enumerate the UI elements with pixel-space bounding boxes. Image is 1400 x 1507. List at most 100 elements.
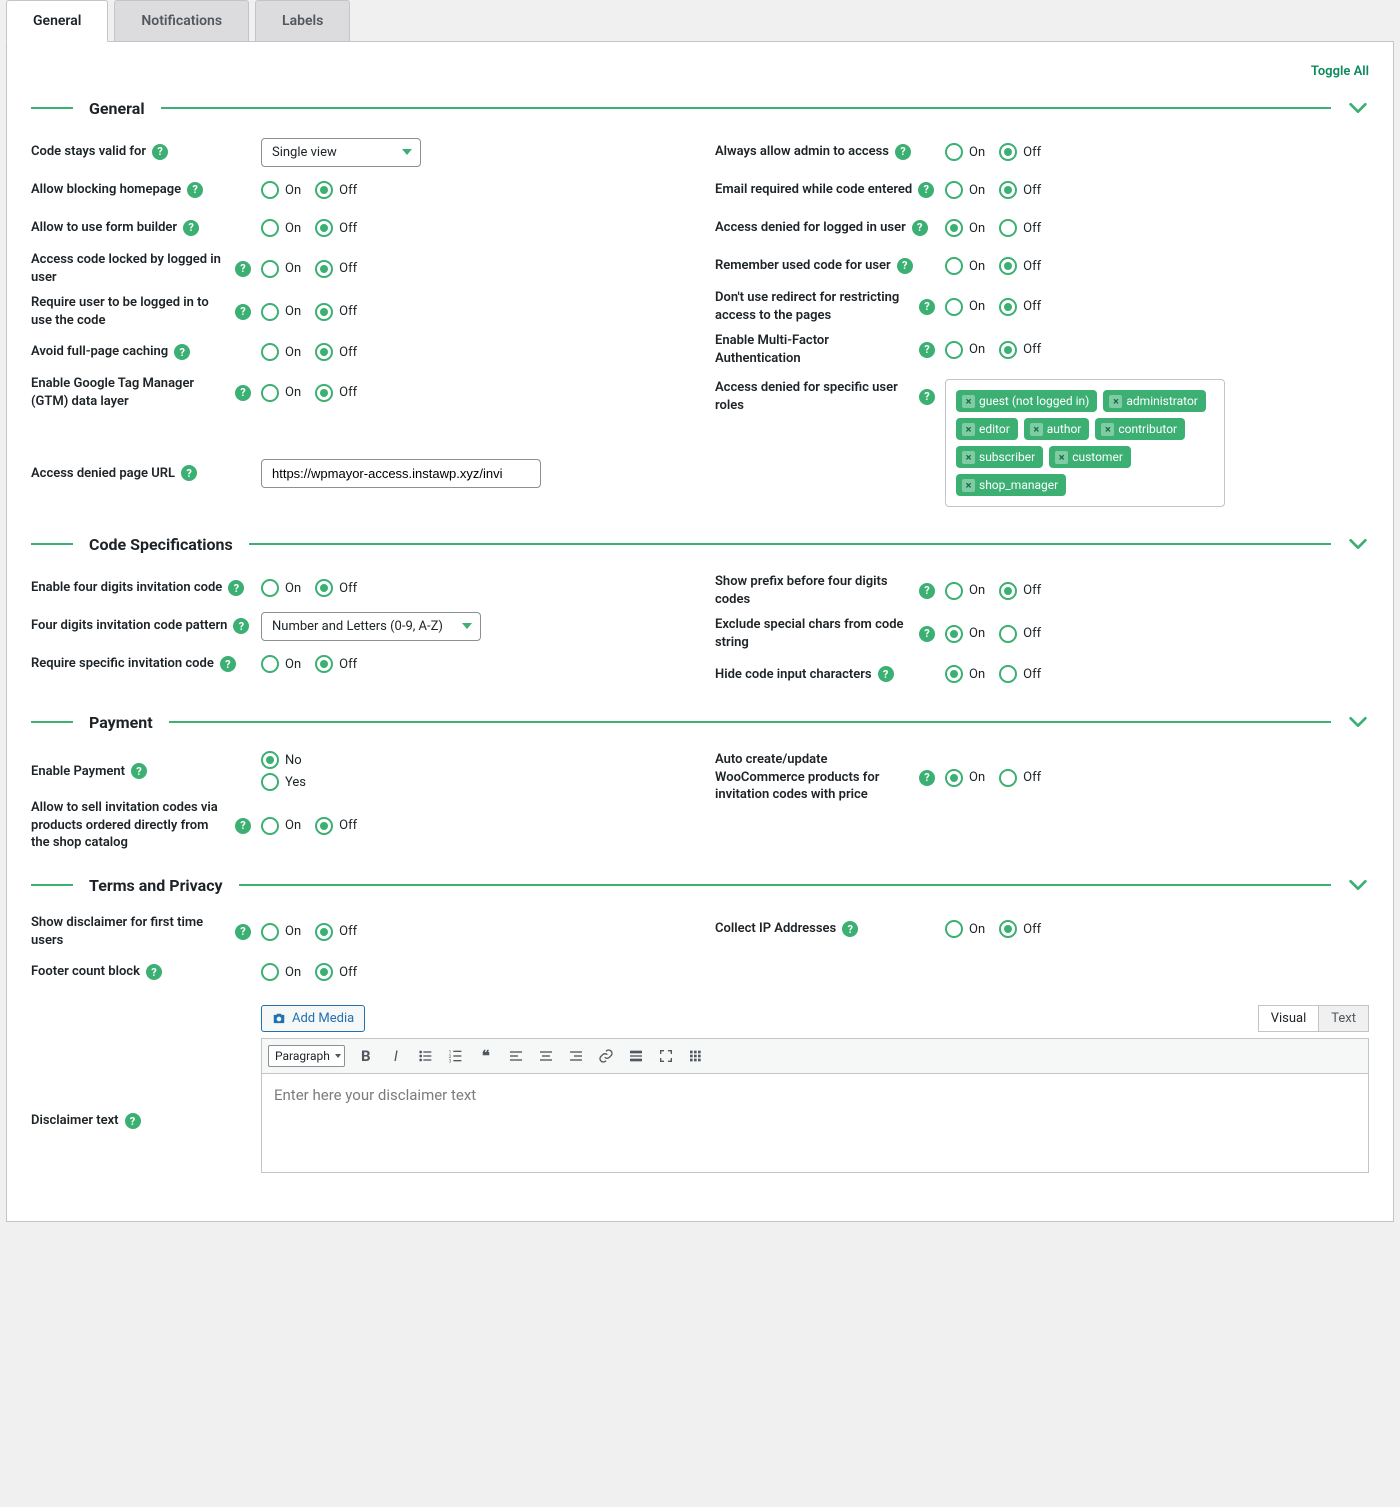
radio-option[interactable]: Off xyxy=(315,219,357,237)
radio-option[interactable]: Off xyxy=(999,769,1041,787)
radio-option[interactable]: Yes xyxy=(261,773,306,791)
help-icon[interactable]: ? xyxy=(152,144,168,160)
role-tag[interactable]: ×subscriber xyxy=(956,446,1043,468)
role-tag[interactable]: ×shop_manager xyxy=(956,474,1066,496)
help-icon[interactable]: ? xyxy=(919,299,935,315)
radio-option[interactable]: Off xyxy=(999,298,1041,316)
quote-icon[interactable]: ❝ xyxy=(473,1043,499,1069)
format-select[interactable]: Paragraph xyxy=(268,1045,345,1067)
help-icon[interactable]: ? xyxy=(181,465,197,481)
toggle-all-link[interactable]: Toggle All xyxy=(31,60,1369,79)
radio-option[interactable]: On xyxy=(945,257,985,275)
help-icon[interactable]: ? xyxy=(220,656,236,672)
editor-tab-text[interactable]: Text xyxy=(1318,1005,1369,1032)
help-icon[interactable]: ? xyxy=(918,182,934,198)
radio-option[interactable]: On xyxy=(945,341,985,359)
radio-option[interactable]: Off xyxy=(999,219,1041,237)
radio-option[interactable]: Off xyxy=(999,920,1041,938)
align-left-icon[interactable] xyxy=(503,1043,529,1069)
radio-option[interactable]: Off xyxy=(999,341,1041,359)
remove-tag-icon[interactable]: × xyxy=(962,479,975,492)
align-center-icon[interactable] xyxy=(533,1043,559,1069)
radio-option[interactable]: On xyxy=(261,343,301,361)
radio-option[interactable]: Off xyxy=(315,384,357,402)
align-right-icon[interactable] xyxy=(563,1043,589,1069)
radio-option[interactable]: On xyxy=(945,298,985,316)
help-icon[interactable]: ? xyxy=(919,389,935,405)
link-icon[interactable] xyxy=(593,1043,619,1069)
radio-option[interactable]: On xyxy=(945,665,985,683)
help-icon[interactable]: ? xyxy=(842,921,858,937)
role-tag[interactable]: ×contributor xyxy=(1095,418,1185,440)
tab-general[interactable]: General xyxy=(6,0,108,42)
help-icon[interactable]: ? xyxy=(146,964,162,980)
readmore-icon[interactable] xyxy=(623,1043,649,1069)
help-icon[interactable]: ? xyxy=(895,144,911,160)
remove-tag-icon[interactable]: × xyxy=(1030,423,1043,436)
radio-option[interactable]: Off xyxy=(315,303,357,321)
help-icon[interactable]: ? xyxy=(919,583,935,599)
radio-option[interactable]: On xyxy=(945,920,985,938)
chevron-down-icon[interactable] xyxy=(1347,874,1369,896)
chevron-down-icon[interactable] xyxy=(1347,533,1369,555)
bullet-list-icon[interactable] xyxy=(413,1043,439,1069)
radio-option[interactable]: On xyxy=(261,963,301,981)
chevron-down-icon[interactable] xyxy=(1347,97,1369,119)
number-list-icon[interactable]: 123 xyxy=(443,1043,469,1069)
help-icon[interactable]: ? xyxy=(912,220,928,236)
radio-option[interactable]: On xyxy=(945,625,985,643)
radio-option[interactable]: Off xyxy=(315,655,357,673)
radio-option[interactable]: Off xyxy=(999,625,1041,643)
remove-tag-icon[interactable]: × xyxy=(1109,395,1122,408)
radio-option[interactable]: On xyxy=(261,817,301,835)
select-code-pattern[interactable]: Number and Letters (0-9, A-Z) xyxy=(261,612,481,641)
input-denied-url[interactable] xyxy=(261,459,541,488)
radio-option[interactable]: Off xyxy=(315,817,357,835)
tags-denied-roles[interactable]: ×guest (not logged in)×administrator×edi… xyxy=(945,379,1225,507)
radio-option[interactable]: Off xyxy=(999,582,1041,600)
help-icon[interactable]: ? xyxy=(235,261,251,277)
help-icon[interactable]: ? xyxy=(235,385,251,401)
select-code-stays-valid[interactable]: Single view xyxy=(261,138,421,167)
help-icon[interactable]: ? xyxy=(174,344,190,360)
toolbar-toggle-icon[interactable] xyxy=(683,1043,709,1069)
radio-option[interactable]: Off xyxy=(315,579,357,597)
help-icon[interactable]: ? xyxy=(235,924,251,940)
remove-tag-icon[interactable]: × xyxy=(1055,451,1068,464)
remove-tag-icon[interactable]: × xyxy=(962,451,975,464)
radio-option[interactable]: On xyxy=(261,384,301,402)
editor-tab-visual[interactable]: Visual xyxy=(1258,1005,1320,1032)
radio-option[interactable]: Off xyxy=(315,343,357,361)
radio-option[interactable]: Off xyxy=(315,181,357,199)
help-icon[interactable]: ? xyxy=(131,763,147,779)
add-media-button[interactable]: Add Media xyxy=(261,1005,365,1032)
radio-option[interactable]: Off xyxy=(999,181,1041,199)
help-icon[interactable]: ? xyxy=(919,770,935,786)
help-icon[interactable]: ? xyxy=(233,618,249,634)
role-tag[interactable]: ×guest (not logged in) xyxy=(956,390,1097,412)
role-tag[interactable]: ×editor xyxy=(956,418,1018,440)
remove-tag-icon[interactable]: × xyxy=(962,395,975,408)
radio-option[interactable]: On xyxy=(945,219,985,237)
radio-option[interactable]: On xyxy=(261,181,301,199)
radio-option[interactable]: Off xyxy=(999,143,1041,161)
radio-option[interactable]: On xyxy=(945,769,985,787)
help-icon[interactable]: ? xyxy=(919,626,935,642)
radio-option[interactable]: On xyxy=(261,923,301,941)
radio-option[interactable]: On xyxy=(945,143,985,161)
radio-option[interactable]: Off xyxy=(999,665,1041,683)
radio-option[interactable]: On xyxy=(945,181,985,199)
help-icon[interactable]: ? xyxy=(878,666,894,682)
radio-option[interactable]: On xyxy=(261,655,301,673)
role-tag[interactable]: ×author xyxy=(1024,418,1090,440)
help-icon[interactable]: ? xyxy=(235,304,251,320)
radio-option[interactable]: On xyxy=(261,260,301,278)
tab-notifications[interactable]: Notifications xyxy=(114,0,249,41)
help-icon[interactable]: ? xyxy=(183,220,199,236)
radio-option[interactable]: No xyxy=(261,751,306,769)
radio-option[interactable]: On xyxy=(945,582,985,600)
help-icon[interactable]: ? xyxy=(919,342,935,358)
help-icon[interactable]: ? xyxy=(125,1113,141,1129)
chevron-down-icon[interactable] xyxy=(1347,711,1369,733)
help-icon[interactable]: ? xyxy=(897,258,913,274)
